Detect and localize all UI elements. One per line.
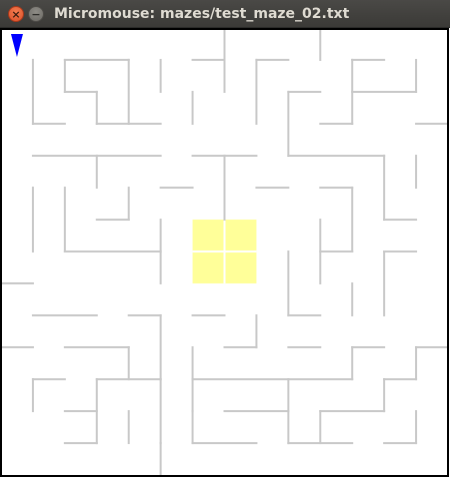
app-window: × − Micromouse: mazes/test_maze_02.txt [0, 0, 450, 478]
goal-cell [192, 251, 225, 284]
maze-canvas [0, 28, 449, 477]
goal-cell [224, 251, 257, 284]
window-title: Micromouse: mazes/test_maze_02.txt [54, 6, 350, 22]
goal-cell [192, 219, 225, 252]
close-icon[interactable]: × [8, 6, 24, 22]
goal-area [192, 219, 257, 284]
title-bar[interactable]: × − Micromouse: mazes/test_maze_02.txt [0, 0, 450, 28]
mouse-icon [10, 34, 23, 57]
minimize-icon[interactable]: − [28, 6, 44, 22]
goal-cell [224, 219, 257, 252]
